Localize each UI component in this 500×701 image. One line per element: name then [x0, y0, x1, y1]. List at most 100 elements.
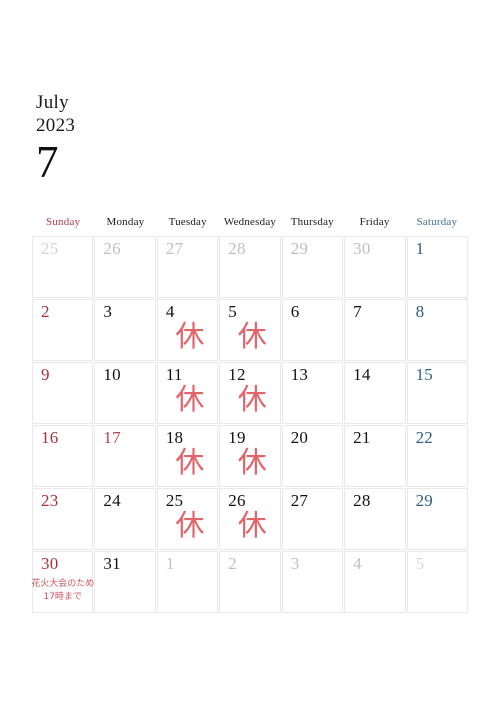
- calendar-header: July 2023 7: [36, 92, 236, 185]
- day-cell[interactable]: 16: [32, 425, 94, 487]
- day-number: 28: [228, 239, 246, 258]
- month-name: July: [36, 92, 69, 113]
- day-cell[interactable]: 30: [344, 236, 406, 298]
- closed-day-mark: 休: [175, 445, 205, 479]
- day-number: 2: [228, 554, 237, 573]
- day-cell[interactable]: 25 休: [156, 488, 219, 550]
- year-number: 2023: [36, 114, 76, 136]
- closed-day-mark: 休: [175, 508, 205, 542]
- closed-day-mark: 休: [237, 382, 267, 416]
- day-cell[interactable]: 10: [94, 362, 156, 424]
- month-number: 7: [36, 136, 59, 187]
- weekday-label-monday: Monday: [106, 216, 145, 228]
- day-number: 3: [290, 554, 300, 573]
- day-cell[interactable]: 28: [219, 236, 281, 298]
- day-cell[interactable]: 3: [281, 551, 344, 613]
- day-number: 10: [103, 365, 121, 384]
- day-cell[interactable]: 15: [406, 362, 468, 424]
- day-cell[interactable]: 29: [281, 236, 344, 298]
- day-cell[interactable]: 8: [406, 299, 468, 361]
- day-cell[interactable]: 23: [32, 488, 94, 550]
- day-number: 27: [165, 239, 184, 258]
- day-cell[interactable]: 14: [344, 362, 406, 424]
- day-number: 16: [41, 428, 59, 447]
- day-number: 30: [353, 239, 371, 258]
- day-cell[interactable]: 20: [281, 425, 344, 487]
- day-cell[interactable]: 6: [281, 299, 344, 361]
- day-number: 2: [41, 302, 50, 321]
- day-cell[interactable]: 9: [32, 362, 94, 424]
- day-cell[interactable]: 25: [32, 236, 94, 298]
- day-number: 23: [41, 491, 59, 510]
- day-number: 5: [415, 554, 425, 573]
- day-cell[interactable]: 11 休: [156, 362, 219, 424]
- day-number: 9: [41, 365, 50, 384]
- calendar-page: July 2023 7 Sunday Monday Tuesday Wednesday…: [0, 0, 500, 701]
- day-number: 8: [415, 302, 425, 321]
- day-number: 6: [290, 302, 300, 321]
- day-number: 31: [103, 554, 121, 573]
- day-cell[interactable]: 22: [406, 425, 468, 487]
- closed-day-mark: 休: [237, 508, 267, 542]
- day-cell[interactable]: 29: [406, 488, 468, 550]
- day-number: 25: [41, 239, 59, 258]
- day-number: 14: [353, 365, 371, 384]
- day-cell[interactable]: 18 休: [156, 425, 219, 487]
- weekday-label-sunday: Sunday: [46, 216, 81, 228]
- day-number: 20: [290, 428, 309, 447]
- day-cell[interactable]: 26 休: [219, 488, 281, 550]
- day-cell[interactable]: 28: [344, 488, 406, 550]
- day-number: 30: [41, 554, 59, 573]
- weekday-label-saturday: Saturday: [416, 216, 458, 228]
- weekday-label-thursday: Thursday: [290, 216, 334, 228]
- day-number: 22: [415, 428, 433, 447]
- day-number: 29: [415, 491, 433, 510]
- weekday-label-wednesday: Wednesday: [223, 216, 277, 228]
- day-number: 17: [103, 428, 121, 447]
- day-number: 3: [103, 302, 113, 321]
- day-number: 13: [290, 365, 309, 384]
- weekday-label-friday: Friday: [359, 216, 390, 228]
- day-number: 1: [165, 554, 175, 573]
- day-cell[interactable]: 5休: [219, 299, 281, 361]
- day-cell[interactable]: 4: [344, 551, 406, 613]
- day-cell[interactable]: 26: [94, 236, 156, 298]
- weekday-header-row: Sunday Monday Tuesday Wednesday Thursday Frid…: [32, 216, 468, 232]
- day-cell[interactable]: 27: [156, 236, 219, 298]
- day-number: 24: [103, 491, 121, 510]
- closed-day-mark: 休: [175, 382, 205, 416]
- day-number: 4: [165, 302, 175, 321]
- day-number: 5: [228, 302, 237, 321]
- day-cell[interactable]: 17: [94, 425, 156, 487]
- day-number: 27: [290, 491, 309, 510]
- day-number: 28: [353, 491, 371, 510]
- day-number: 29: [290, 239, 309, 258]
- day-number: 21: [353, 428, 371, 447]
- day-cell[interactable]: 12 休: [219, 362, 281, 424]
- weekday-label-tuesday: Tuesday: [168, 216, 207, 228]
- day-cell[interactable]: 2: [219, 551, 281, 613]
- day-cell[interactable]: 2: [32, 299, 94, 361]
- closed-day-mark: 休: [237, 319, 267, 353]
- day-number: 15: [415, 365, 433, 384]
- day-cell[interactable]: 21: [344, 425, 406, 487]
- closed-day-mark: 休: [237, 445, 267, 479]
- day-cell[interactable]: 1: [156, 551, 219, 613]
- day-cell[interactable]: 24: [94, 488, 156, 550]
- day-cell[interactable]: 3: [94, 299, 156, 361]
- day-number: 7: [353, 302, 362, 321]
- day-cell[interactable]: 7: [344, 299, 406, 361]
- calendar-grid: 25 26 27 28 29 30 1 2 3 4 休 5 休 6 7 8 9 10 11 休 12 休 13 14 15 16 1…: [31, 236, 468, 613]
- day-cell[interactable]: 31: [94, 551, 156, 613]
- day-number: 26: [103, 239, 121, 258]
- day-cell[interactable]: 30 花火大会のため 17時まで: [31, 551, 94, 613]
- day-cell[interactable]: 13: [281, 362, 344, 424]
- closed-day-mark: 休: [175, 319, 205, 353]
- day-number: 1: [415, 239, 425, 258]
- day-cell[interactable]: 5: [406, 551, 468, 613]
- day-cell[interactable]: 27: [281, 488, 344, 550]
- day-cell[interactable]: 19 休: [219, 425, 281, 487]
- day-number: 4: [353, 554, 362, 573]
- day-cell[interactable]: 4休: [156, 299, 219, 361]
- day-cell[interactable]: 1: [406, 236, 468, 298]
